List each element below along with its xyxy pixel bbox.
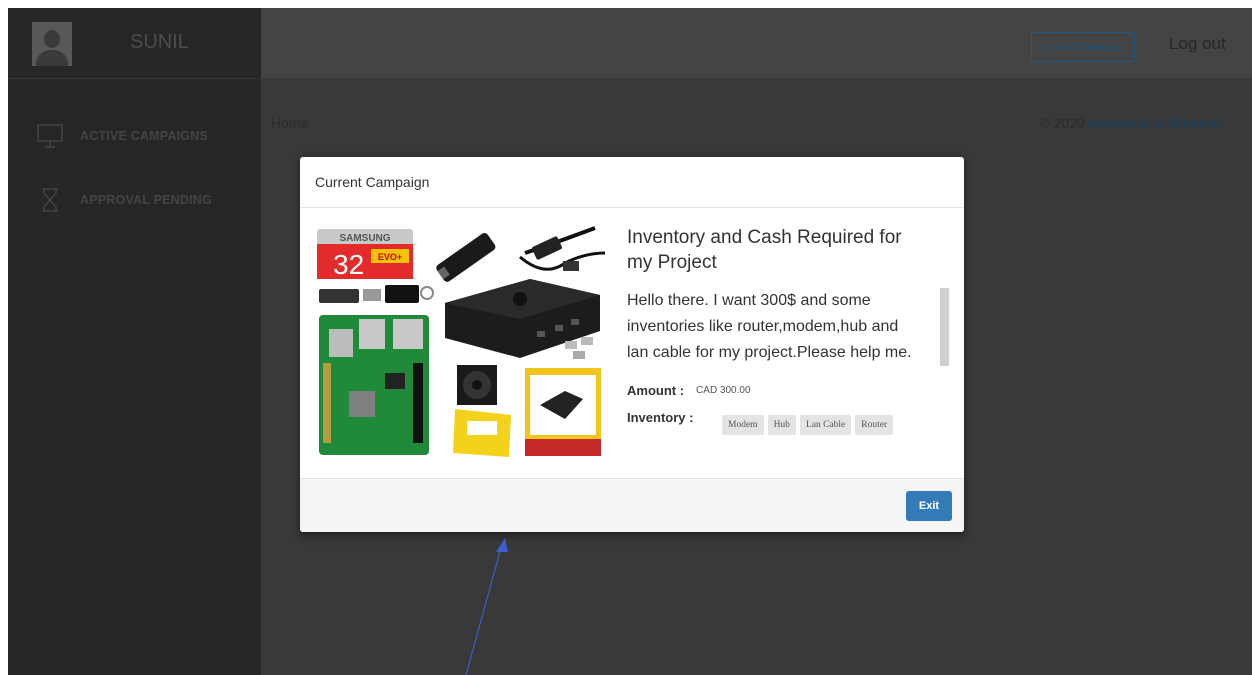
breadcrumb-home[interactable]: Home (271, 115, 308, 131)
logout-link[interactable]: Log out (1169, 34, 1226, 54)
inventory-tags: Modem Hub Lan Cable Router (722, 415, 897, 435)
description-scrollbar[interactable] (940, 288, 949, 366)
monitor-icon (37, 124, 63, 148)
sidebar: SUNIL ACTIVE CAMPAIGNS APPROVAL PENDING (8, 8, 261, 675)
campaign-product-image: SAMSUNG 32 EVO+ (315, 223, 605, 459)
copyright: © 2020 University of Windsor (1039, 115, 1221, 131)
university-link[interactable]: University of Windsor (1089, 115, 1221, 131)
inventory-tag: Hub (767, 415, 796, 435)
modal-header: Current Campaign (300, 157, 964, 208)
profile-block: SUNIL (8, 8, 261, 79)
hourglass-icon (42, 188, 58, 212)
amount-value: CAD 300.00 (696, 385, 751, 396)
modal-footer: Exit (300, 478, 964, 532)
top-navbar: Create Campaign Log out (261, 8, 1252, 78)
exit-button[interactable]: Exit (906, 491, 952, 521)
inventory-label: Inventory : (627, 410, 694, 425)
sidebar-item-label: APPROVAL PENDING (80, 193, 212, 207)
amount-row: Amount : CAD 300.00 (627, 383, 751, 398)
campaign-modal: Current Campaign SAMSUNG 32 EVO+ Invento… (300, 157, 964, 532)
create-campaign-button[interactable]: Create Campaign (1031, 32, 1135, 62)
inventory-tag: Lan Cable (799, 415, 852, 435)
modal-title: Current Campaign (315, 174, 430, 190)
sd-series-text: EVO+ (378, 252, 402, 262)
sidebar-item-approval-pending[interactable]: APPROVAL PENDING (36, 186, 212, 214)
username: SUNIL (130, 31, 189, 53)
sd-brand-text: SAMSUNG (339, 233, 390, 244)
inventory-tag: Modem (722, 415, 764, 435)
amount-label: Amount : (627, 383, 685, 398)
avatar (32, 22, 72, 66)
sidebar-item-active-campaigns[interactable]: ACTIVE CAMPAIGNS (36, 122, 208, 150)
sidebar-item-label: ACTIVE CAMPAIGNS (80, 129, 208, 143)
copyright-year: © 2020 (1039, 115, 1085, 131)
modal-body: SAMSUNG 32 EVO+ Inventory and Cash Requi… (300, 208, 964, 478)
sd-size-text: 32 (333, 249, 364, 280)
campaign-description-box[interactable]: Hello there. I want 300$ and some invent… (627, 288, 923, 368)
campaign-title: Inventory and Cash Required for my Proje… (627, 227, 902, 273)
campaign-description: Hello there. I want 300$ and some invent… (627, 292, 912, 361)
inventory-tag: Router (855, 415, 894, 435)
